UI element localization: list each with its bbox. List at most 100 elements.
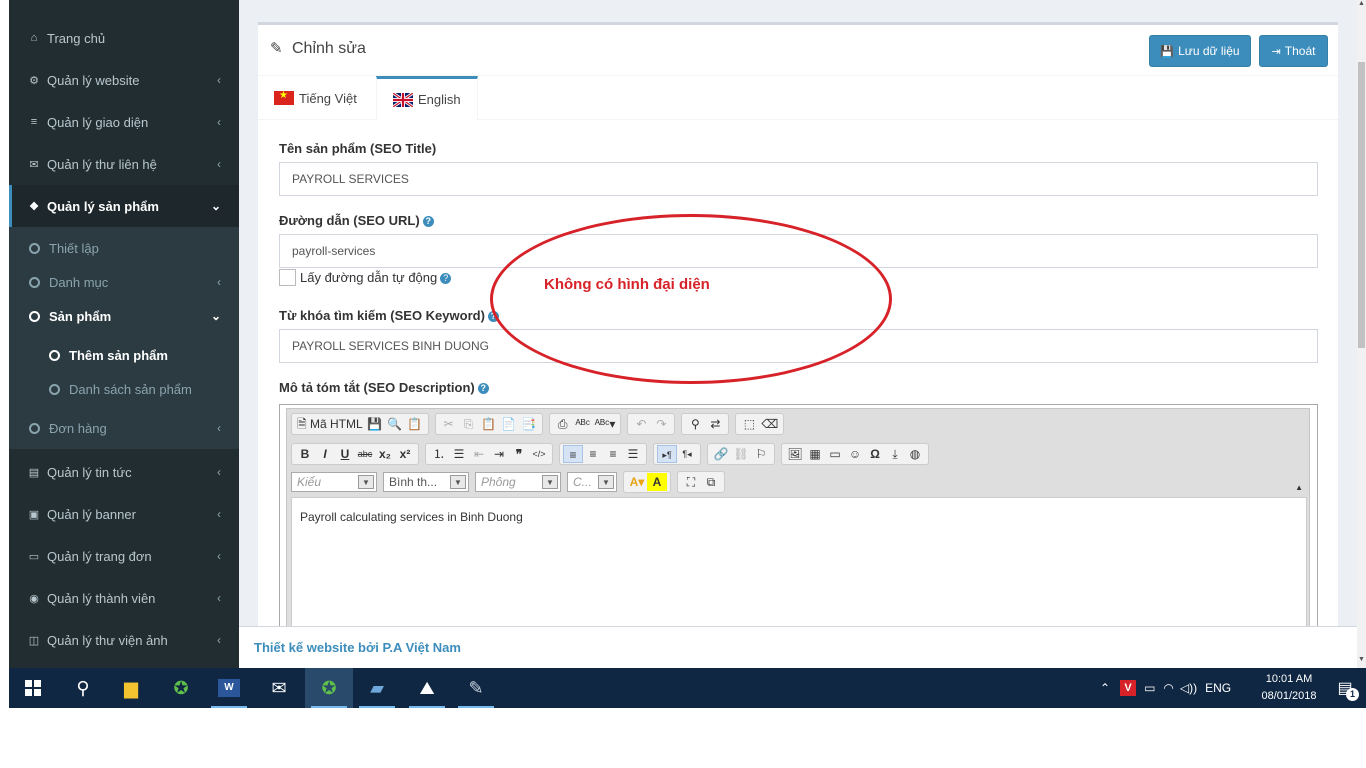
find-icon[interactable]: ⚲ bbox=[685, 415, 705, 433]
superscript-icon[interactable]: x² bbox=[395, 445, 415, 463]
creatediv-icon[interactable]: </> bbox=[529, 445, 549, 463]
templates-icon[interactable]: 📋 bbox=[405, 415, 425, 433]
seo-title-input[interactable] bbox=[279, 162, 1318, 196]
align-justify-icon[interactable]: ☰ bbox=[623, 445, 643, 463]
size-select[interactable]: C... ▼ bbox=[567, 472, 617, 492]
active-app-icon[interactable]: ✪ bbox=[305, 668, 353, 708]
paste-word-icon[interactable]: 📑 bbox=[519, 415, 539, 433]
cut-icon[interactable]: ✂ bbox=[439, 415, 459, 433]
spellcheck-icon[interactable]: ᴬᴮᶜ bbox=[573, 415, 593, 433]
page-break-icon[interactable]: ⤓ bbox=[885, 445, 905, 463]
redo-icon[interactable]: ↷ bbox=[651, 415, 671, 433]
preview-icon[interactable]: 🔍 bbox=[385, 415, 405, 433]
indent-icon[interactable]: ⇥ bbox=[489, 445, 509, 463]
sidebar-item-products[interactable]: ❖ Quản lý sản phẩm ⌄ bbox=[9, 185, 239, 227]
unlink-icon[interactable]: ⛓ bbox=[731, 445, 751, 463]
tab-english[interactable]: English bbox=[376, 76, 478, 120]
question-circle-icon[interactable]: ? bbox=[477, 383, 489, 395]
tray-chevron-up-icon[interactable]: ⌃ bbox=[1100, 681, 1110, 695]
action-center-icon[interactable]: ▤ 1 bbox=[1327, 668, 1363, 708]
ltr-icon[interactable]: ▸¶ bbox=[657, 445, 677, 463]
blockquote-icon[interactable]: ❞ bbox=[509, 445, 529, 463]
italic-icon[interactable]: I bbox=[315, 445, 335, 463]
smiley-icon[interactable]: ☺ bbox=[845, 445, 865, 463]
antivirus-icon[interactable]: V bbox=[1120, 680, 1137, 696]
underline-icon[interactable]: U bbox=[335, 445, 355, 463]
footer-credit[interactable]: Thiết kế website bởi P.A Việt Nam bbox=[254, 640, 461, 655]
replace-icon[interactable]: ⇄ bbox=[705, 415, 725, 433]
file-explorer-icon[interactable]: ▆ bbox=[107, 668, 155, 708]
style-select[interactable]: Kiểu ▼ bbox=[291, 472, 377, 492]
sidebar-item-pages[interactable]: ▭ Quản lý trang đơn ‹ bbox=[9, 535, 239, 577]
volume-icon[interactable]: ◁)) bbox=[1180, 681, 1197, 695]
align-center-icon[interactable]: ≡ bbox=[583, 445, 603, 463]
iframe-icon[interactable]: ◍ bbox=[905, 445, 925, 463]
tab-vietnamese[interactable]: Tiếng Việt bbox=[258, 76, 373, 120]
word-icon[interactable]: W bbox=[205, 668, 253, 708]
insert-image-icon[interactable]: 🖼 bbox=[785, 445, 805, 463]
maximize-icon[interactable]: ⛶ bbox=[681, 473, 701, 491]
windows-start-button[interactable] bbox=[9, 668, 57, 708]
battery-icon[interactable]: ▭ bbox=[1144, 681, 1155, 695]
mail-icon[interactable]: ✉ bbox=[255, 668, 303, 708]
font-select[interactable]: Phông ▼ bbox=[475, 472, 561, 492]
sidebar-item-news[interactable]: ▤ Quản lý tin tức ‹ bbox=[9, 451, 239, 493]
horizontal-rule-icon[interactable]: ▭ bbox=[825, 445, 845, 463]
scroll-down-icon[interactable]: ▼ bbox=[1357, 656, 1366, 666]
submenu-item-product-list[interactable]: Danh sách sản phẩm bbox=[9, 372, 239, 406]
submenu-item-add-product[interactable]: Thêm sản phẩm bbox=[9, 338, 239, 372]
align-left-icon[interactable]: ≡ bbox=[563, 445, 583, 463]
photos-icon[interactable]: ⛰ bbox=[403, 668, 451, 708]
text-color-icon[interactable]: A▾ bbox=[627, 473, 647, 491]
sidebar-item-contact[interactable]: ✉ Quản lý thư liên hệ ‹ bbox=[9, 143, 239, 185]
submenu-item-products[interactable]: Sản phẩm ⌄ bbox=[9, 299, 239, 333]
link-icon[interactable]: 🔗 bbox=[711, 445, 731, 463]
rtl-icon[interactable]: ¶◂ bbox=[677, 445, 697, 463]
special-char-icon[interactable]: Ω bbox=[865, 445, 885, 463]
editor-content-area[interactable]: Payroll calculating services in Binh Duo… bbox=[291, 497, 1307, 627]
table-icon[interactable]: ▦ bbox=[805, 445, 825, 463]
sidebar-item-website[interactable]: ⚙ Quản lý website ‹ bbox=[9, 59, 239, 101]
scroll-up-icon[interactable]: ▲ bbox=[1357, 0, 1366, 10]
paste-text-icon[interactable]: 📄 bbox=[499, 415, 519, 433]
scroll-thumb[interactable] bbox=[1358, 62, 1365, 348]
sidebar-item-theme[interactable]: ≡ Quản lý giao diện ‹ bbox=[9, 101, 239, 143]
sidebar-item-banner[interactable]: ▣ Quản lý banner ‹ bbox=[9, 493, 239, 535]
save-doc-icon[interactable]: 💾 bbox=[365, 415, 385, 433]
anchor-icon[interactable]: ⚐ bbox=[751, 445, 771, 463]
page-scrollbar[interactable]: ▲ ▼ bbox=[1357, 0, 1366, 668]
copy-icon[interactable]: ⎘ bbox=[459, 415, 479, 433]
submenu-item-orders[interactable]: Đơn hàng ‹ bbox=[9, 411, 239, 445]
system-clock[interactable]: 10:01 AM 08/01/2018 bbox=[1249, 671, 1329, 705]
sidebar-item-members[interactable]: ◉ Quản lý thành viên ‹ bbox=[9, 577, 239, 619]
show-blocks-icon[interactable]: ⧉ bbox=[701, 473, 721, 491]
source-button[interactable]: 🗎 Mã HTML bbox=[295, 415, 365, 433]
notebook-icon[interactable]: ▰ bbox=[353, 668, 401, 708]
numbered-list-icon[interactable]: ⒈ bbox=[429, 445, 449, 463]
sidebar-item-home[interactable]: ⌂ Trang chủ bbox=[9, 17, 239, 59]
collapse-toolbar-icon[interactable]: ▲ bbox=[1295, 483, 1303, 492]
bg-color-icon[interactable]: A bbox=[647, 473, 667, 491]
input-language[interactable]: ENG bbox=[1205, 681, 1231, 695]
sidebar-item-gallery[interactable]: ◫ Quản lý thư viện ảnh ‹ bbox=[9, 619, 239, 661]
scayt-icon[interactable]: ᴬᴮᶜ▾ bbox=[593, 415, 618, 433]
paste-icon[interactable]: 📋 bbox=[479, 415, 499, 433]
remove-format-icon[interactable]: ⌫ bbox=[759, 415, 780, 433]
outdent-icon[interactable]: ⇤ bbox=[469, 445, 489, 463]
bullet-list-icon[interactable]: ☰ bbox=[449, 445, 469, 463]
bold-icon[interactable]: B bbox=[295, 445, 315, 463]
save-button[interactable]: 💾 Lưu dữ liệu bbox=[1149, 35, 1251, 67]
align-right-icon[interactable]: ≡ bbox=[603, 445, 623, 463]
question-circle-icon[interactable]: ? bbox=[440, 273, 452, 285]
app-launcher-icon[interactable]: ✪ bbox=[157, 668, 205, 708]
exit-button[interactable]: ⇥ Thoát bbox=[1259, 35, 1328, 67]
paint-icon[interactable]: ✎ bbox=[452, 668, 500, 708]
print-icon[interactable]: ⎙ bbox=[553, 415, 573, 433]
auto-url-checkbox[interactable] bbox=[279, 269, 296, 286]
wifi-icon[interactable]: ◠ bbox=[1163, 681, 1173, 695]
format-select[interactable]: Bình th... ▼ bbox=[383, 472, 469, 492]
strike-icon[interactable]: abc bbox=[355, 445, 375, 463]
undo-icon[interactable]: ↶ bbox=[631, 415, 651, 433]
subscript-icon[interactable]: x₂ bbox=[375, 445, 395, 463]
submenu-item-settings[interactable]: Thiết lập bbox=[9, 231, 239, 265]
